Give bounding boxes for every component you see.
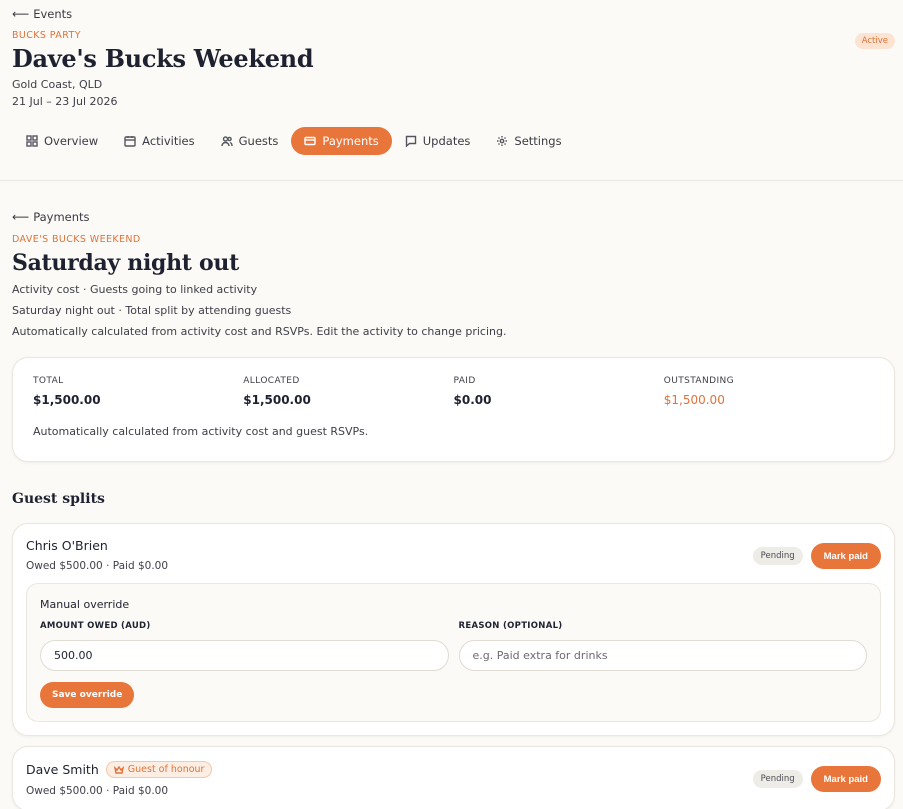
grid-icon bbox=[26, 135, 38, 147]
users-icon bbox=[220, 136, 233, 147]
tab-guests[interactable]: Guests bbox=[208, 127, 292, 155]
tab-settings[interactable]: Settings bbox=[483, 127, 574, 155]
guest-of-honour-badge: Guest of honour bbox=[105, 761, 213, 778]
card-icon bbox=[304, 136, 317, 146]
tab-label: Settings bbox=[514, 134, 562, 148]
back-to-payments-link[interactable]: ⟵ Payments bbox=[12, 210, 895, 224]
stat-outstanding: OUTSTANDING $1,500.00 bbox=[664, 376, 874, 407]
summary-stats: TOTAL $1,500.00 ALLOCATED $1,500.00 PAID… bbox=[33, 376, 874, 407]
manual-override-panel: Manual override AMOUNT OWED (AUD) REASON… bbox=[26, 583, 881, 722]
override-title: Manual override bbox=[40, 598, 130, 611]
payment-calc-note: Automatically calculated from activity c… bbox=[12, 325, 507, 338]
tab-payments[interactable]: Payments bbox=[291, 127, 392, 155]
amount-label: AMOUNT OWED (AUD) bbox=[40, 621, 151, 631]
tab-label: Updates bbox=[422, 134, 471, 148]
status-badge: Pending bbox=[752, 547, 803, 565]
tab-updates[interactable]: Updates bbox=[392, 127, 484, 155]
event-title: Dave's Bucks Weekend bbox=[12, 44, 314, 73]
stat-value: $1,500.00 bbox=[33, 393, 101, 407]
reason-field-group: REASON (OPTIONAL) bbox=[458, 621, 867, 671]
guest-split-card: Dave Smith Guest of honour Owed $500.00 … bbox=[12, 746, 895, 809]
stat-value: $0.00 bbox=[453, 393, 492, 407]
mark-paid-button[interactable]: Mark paid bbox=[810, 543, 881, 569]
payment-detail: ⟵ Payments DAVE'S BUCKS WEEKEND Saturday… bbox=[0, 210, 903, 809]
back-label: Payments bbox=[33, 210, 90, 224]
payment-split-info: Saturday night out · Total split by atte… bbox=[12, 304, 292, 317]
payment-description: Activity cost · Guests going to linked a… bbox=[12, 283, 258, 296]
event-tabs: Overview Activities Guests Payments Upda… bbox=[13, 127, 891, 155]
stat-paid: PAID $0.00 bbox=[454, 376, 664, 407]
tab-label: Payments bbox=[322, 134, 379, 148]
stat-value: $1,500.00 bbox=[243, 393, 311, 407]
status-badge: Active bbox=[854, 33, 895, 49]
page-eyebrow: DAVE'S BUCKS WEEKEND bbox=[12, 234, 141, 245]
stat-label: PAID bbox=[453, 376, 476, 386]
status-badge: Pending bbox=[752, 770, 803, 788]
message-icon bbox=[405, 135, 416, 147]
event-dates: 21 Jul – 23 Jul 2026 bbox=[12, 95, 118, 108]
tab-overview[interactable]: Overview bbox=[13, 127, 111, 155]
tab-label: Activities bbox=[142, 134, 195, 148]
event-location: Gold Coast, QLD bbox=[12, 78, 103, 91]
stat-allocated: ALLOCATED $1,500.00 bbox=[243, 376, 453, 407]
amount-owed-input[interactable] bbox=[40, 640, 449, 671]
stat-total: TOTAL $1,500.00 bbox=[33, 376, 243, 407]
guest-actions: Pending Mark paid bbox=[752, 766, 881, 792]
stat-label: ALLOCATED bbox=[243, 376, 300, 386]
event-category: BUCKS PARTY bbox=[12, 30, 81, 41]
back-label: Events bbox=[33, 7, 73, 21]
payment-summary-card: TOTAL $1,500.00 ALLOCATED $1,500.00 PAID… bbox=[12, 357, 895, 462]
tab-activities[interactable]: Activities bbox=[111, 127, 207, 155]
stat-label: OUTSTANDING bbox=[663, 376, 735, 386]
back-to-events-link[interactable]: ⟵ Events bbox=[12, 7, 891, 21]
gear-icon bbox=[497, 136, 508, 146]
badge-label: Guest of honour bbox=[127, 764, 205, 775]
arrow-left-icon: ⟵ bbox=[12, 210, 30, 224]
reason-input[interactable] bbox=[458, 640, 867, 671]
event-header: ⟵ Events BUCKS PARTY Dave's Bucks Weeken… bbox=[0, 0, 903, 181]
crown-icon bbox=[113, 765, 124, 774]
guest-split-card: Chris O'Brien Owed $500.00 · Paid $0.00 … bbox=[12, 523, 895, 736]
save-override-button[interactable]: Save override bbox=[40, 682, 135, 708]
stat-value: $1,500.00 bbox=[663, 393, 725, 407]
page-title: Saturday night out bbox=[12, 250, 239, 276]
guest-actions: Pending Mark paid bbox=[752, 543, 881, 569]
arrow-left-icon: ⟵ bbox=[12, 7, 30, 21]
guest-name-text: Dave Smith bbox=[26, 762, 99, 777]
amount-field-group: AMOUNT OWED (AUD) bbox=[40, 621, 449, 671]
calendar-icon bbox=[124, 136, 136, 147]
guest-name-text: Chris O'Brien bbox=[26, 538, 108, 553]
reason-label: REASON (OPTIONAL) bbox=[458, 621, 563, 631]
summary-note: Automatically calculated from activity c… bbox=[33, 425, 369, 438]
mark-paid-button[interactable]: Mark paid bbox=[810, 766, 881, 792]
tab-label: Overview bbox=[44, 134, 99, 148]
tab-label: Guests bbox=[238, 134, 279, 148]
stat-label: TOTAL bbox=[33, 376, 64, 386]
guest-splits-title: Guest splits bbox=[12, 491, 105, 507]
override-fields: AMOUNT OWED (AUD) REASON (OPTIONAL) bbox=[40, 621, 867, 671]
